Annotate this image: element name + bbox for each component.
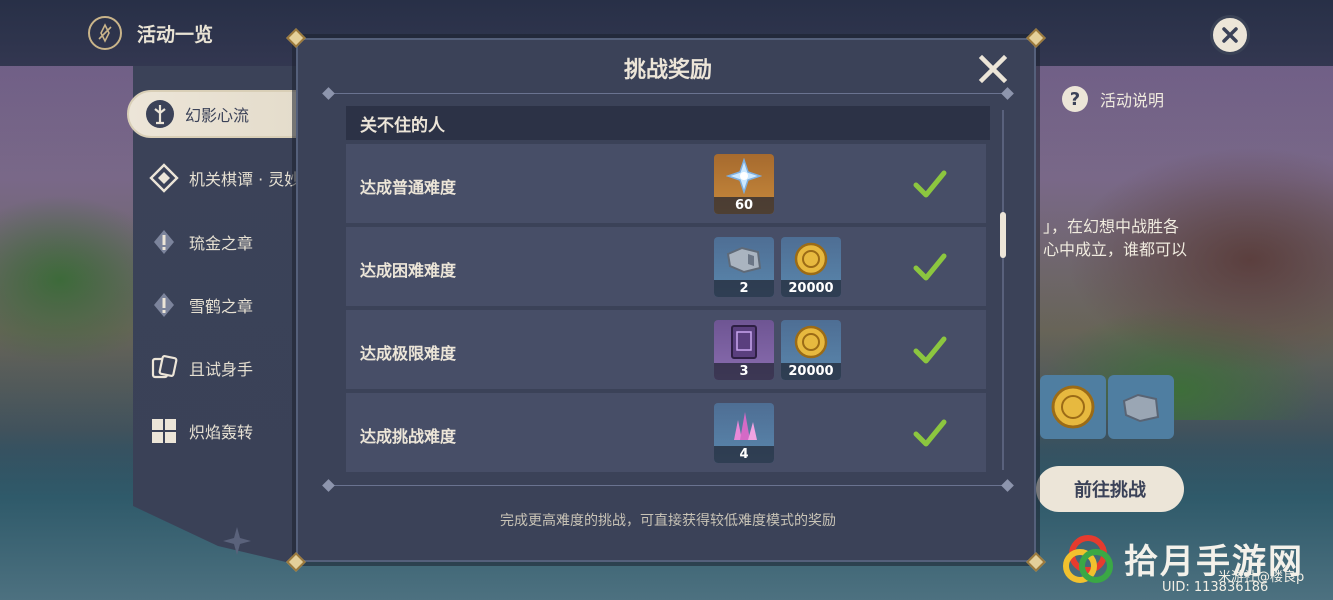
row-label: 达成极限难度 [360,344,457,363]
grid-icon [147,414,181,448]
row-label: 达成挑战难度 [360,427,457,446]
divider [322,87,1014,100]
alert-diamond-icon [147,225,181,259]
sidebar-item-label: 机关棋谭 · 灵妙 [189,170,301,189]
mora-coin-icon[interactable]: 20000 [781,237,841,297]
sidebar-item-golden-chapter[interactable]: 琉金之章 [133,218,303,266]
scrollbar[interactable] [1000,110,1006,470]
challenge-reward-modal: 挑战奖励 关不住的人 达成普通难度 60 达成困难难度 2 20000 达成极限… [296,38,1036,562]
close-icon [1222,27,1238,43]
question-icon: ? [1062,86,1088,112]
help-label: 活动说明 [1100,91,1165,110]
uid-label: UID: 113836186 [1162,580,1269,595]
sidebar-item-label: 幻影心流 [185,106,250,125]
sparkle-icon [222,526,252,560]
mora-coin-icon[interactable]: 20000 [781,320,841,380]
mora-ore-icon[interactable]: 2 [714,237,774,297]
sidebar-item-test-skills[interactable]: 且试身手 [133,344,303,392]
cards-icon [147,351,181,385]
event-help-button[interactable]: ? 活动说明 [1062,86,1164,112]
page-title: 活动一览 [137,24,214,46]
sidebar-item-phantom-flow[interactable]: 幻影心流 [127,90,303,138]
sidebar-item-snow-crane[interactable]: 雪鹤之章 [133,281,303,329]
sidebar-item-label: 雪鹤之章 [189,297,254,316]
reward-count: 60 [714,197,774,214]
primogem-icon[interactable]: 60 [714,154,774,214]
check-icon [913,336,947,364]
event-description-line: 」，在幻想中战胜各 [1043,217,1180,236]
corner-ornament [1026,552,1046,572]
sidebar-item-label: 琉金之章 [189,234,254,253]
sidebar-item-label: 炽焰轰转 [189,423,254,442]
corner-ornament [286,28,306,48]
check-icon [913,419,947,447]
reward-row: 达成普通难度 60 [346,144,986,223]
go-challenge-button[interactable]: 前往挑战 [1036,466,1184,512]
crystal-icon[interactable]: 4 [714,403,774,463]
check-icon [913,170,947,198]
sidebar-item-blazing-spin[interactable]: 炽焰轰转 [133,407,303,455]
close-button[interactable] [1210,15,1250,55]
event-description-line: 心中成立，谁都可以 [1043,240,1188,259]
reward-row: 达成困难难度 2 20000 [346,227,986,306]
reward-count: 20000 [781,363,841,380]
modal-close-button[interactable] [978,54,1008,84]
reward-row: 达成挑战难度 4 [346,393,986,472]
section-title: 关不住的人 [346,106,990,140]
sidebar-item-label: 且试身手 [189,360,254,379]
alert-diamond-icon [147,288,181,322]
modal-title: 挑战奖励 [623,58,712,83]
reward-count: 4 [714,446,774,463]
mora-coin-icon[interactable] [1040,375,1106,439]
scrollbar-thumb[interactable] [1000,212,1006,258]
reward-count: 20000 [781,280,841,297]
corner-ornament [286,552,306,572]
close-icon [978,54,1008,84]
reward-count: 3 [714,363,774,380]
phantom-flow-icon [143,97,177,131]
row-label: 达成困难难度 [360,261,457,280]
compass-icon [88,16,122,50]
check-icon [913,253,947,281]
corner-ornament [1026,28,1046,48]
reward-row: 达成极限难度 3 20000 [346,310,986,389]
talent-book-icon[interactable]: 3 [714,320,774,380]
footer-note: 完成更高难度的挑战，可直接获得较低难度模式的奖励 [500,513,836,529]
divider [322,479,1014,492]
watermark-logo-icon [1063,535,1113,583]
row-label: 达成普通难度 [360,178,457,197]
sidebar-item-chess[interactable]: 机关棋谭 · 灵妙 [133,154,303,202]
mora-ore-icon[interactable] [1108,375,1174,439]
chess-icon [147,161,181,195]
reward-count: 2 [714,280,774,297]
